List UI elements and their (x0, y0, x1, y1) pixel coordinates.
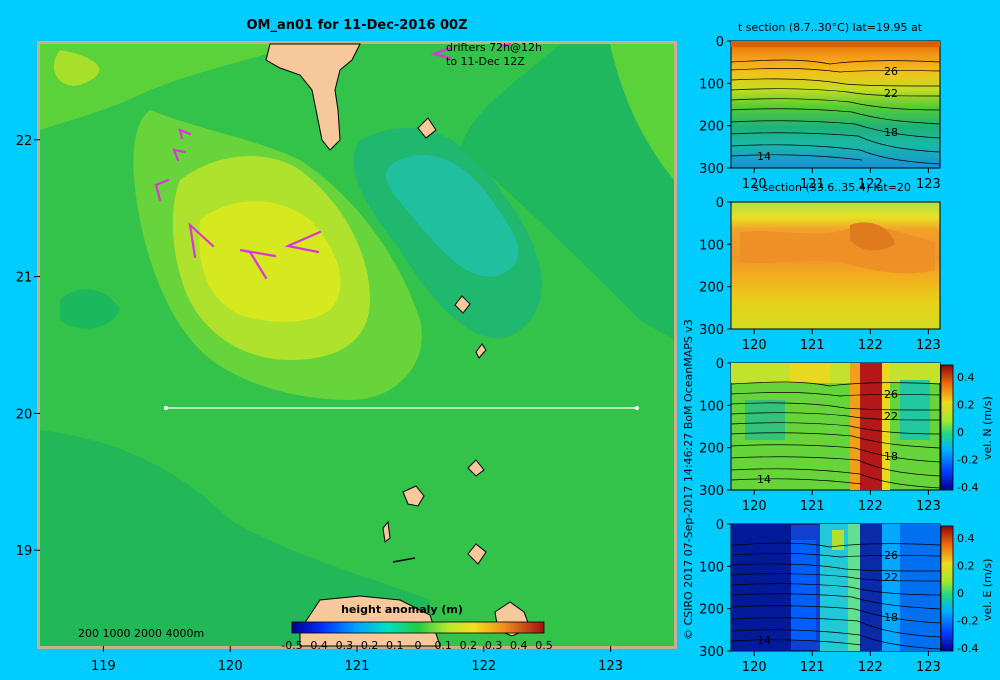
colorbar-tick-label: 0.1 (434, 639, 452, 652)
drifter-note-line2: to 11-Dec 12Z (446, 55, 525, 68)
velocity-tick-label: 0.4 (957, 371, 975, 384)
lon-tick-label: 120 (742, 499, 767, 514)
lon-tick-label: 123 (916, 338, 941, 353)
isotherm-label: 14 (757, 150, 771, 163)
isotherm-label: 22 (884, 87, 898, 100)
depth-tick-label: 200 (699, 603, 724, 618)
lon-tick-label: 120 (742, 660, 767, 675)
depth-tick-label: 0 (716, 35, 724, 50)
colorbar-tick-label: 0.4 (510, 639, 528, 652)
depth-tick-label: 200 (699, 120, 724, 135)
velocity-tick-label: -0.2 (957, 615, 978, 628)
x-tick-label: 121 (345, 659, 370, 674)
colorbar-tick-label: 0.3 (485, 639, 503, 652)
depth-tick-label: 100 (699, 399, 724, 414)
velocity-tick-label: 0.4 (957, 532, 975, 545)
lon-tick-label: 123 (916, 660, 941, 675)
velocity-tick-label: 0 (957, 587, 964, 600)
depth-tick-label: 0 (716, 357, 724, 372)
velocity-tick-label: 0.2 (957, 560, 975, 573)
lon-tick-label: 121 (800, 499, 825, 514)
lon-tick-label: 123 (916, 177, 941, 192)
velocity-tick-label: -0.4 (957, 481, 978, 494)
depth-tick-label: 200 (699, 442, 724, 457)
lon-tick-label: 122 (858, 338, 883, 353)
isotherm-label: 22 (884, 410, 898, 423)
y-tick-label: 22 (16, 134, 33, 149)
depth-tick-label: 100 (699, 77, 724, 92)
isotherm-label: 14 (757, 473, 771, 486)
figure: OM_an01 for 11-Dec-2016 00Z drifters 72h… (16, 18, 994, 675)
isotherm-label: 14 (757, 634, 771, 647)
isotherm-label: 18 (884, 450, 898, 463)
x-tick-label: 123 (598, 659, 623, 674)
colorbar-tick-label: -0.2 (357, 639, 378, 652)
height-anomaly-field (40, 44, 674, 646)
depth-tick-label: 100 (699, 560, 724, 575)
depth-tick-label: 300 (699, 484, 724, 499)
velocity-tick-label: -0.4 (957, 642, 978, 655)
depth-tick-label: 300 (699, 645, 724, 660)
depth-tick-label: 200 (699, 281, 724, 296)
colorbar-tick-label: -0.4 (306, 639, 327, 652)
section-panels: t section (8.7..30°C) lat=19.95 at 26 22… (699, 21, 994, 675)
isotherm-label: 22 (884, 571, 898, 584)
colorbar-tick-label: -0.1 (382, 639, 403, 652)
colorbar-tick-label: -0.5 (281, 639, 302, 652)
colorbar-gradient (291, 621, 545, 634)
map-y-axis: 22 21 20 19 (16, 134, 40, 559)
credit-text: © CSIRO 2017 07-Sep-2017 14:46:27 BoM Oc… (682, 319, 695, 640)
isotherm-label: 18 (884, 126, 898, 139)
y-tick-label: 19 (16, 544, 33, 559)
panel-title: s section (33.6..35.4) lat=20 (753, 181, 911, 194)
x-tick-label: 120 (218, 659, 243, 674)
velocity-colorbar (940, 525, 954, 652)
colorbar-tick-label: 0.5 (535, 639, 553, 652)
drifter-note-line1: drifters 72h@12h (446, 41, 542, 54)
depth-tick-label: 0 (716, 518, 724, 533)
depth-tick-label: 0 (716, 196, 724, 211)
salinity-section: s section (33.6..35.4) lat=20 (730, 181, 941, 330)
velocity-north-section: 26 22 18 14 vel. N (m/s) 0.4 0.2 0 -0.2 -0.4 (730, 362, 994, 494)
velocity-tick-label: 0.2 (957, 399, 975, 412)
lon-tick-label: 121 (800, 177, 825, 192)
lon-tick-label: 122 (858, 177, 883, 192)
lon-tick-label: 120 (742, 338, 767, 353)
map-title: OM_an01 for 11-Dec-2016 00Z (246, 18, 467, 33)
x-tick-label: 122 (471, 659, 496, 674)
colorbar-title: height anomaly (m) (341, 603, 463, 616)
lon-tick-label: 120 (742, 177, 767, 192)
colorbar-label: vel. N (m/s) (981, 396, 994, 460)
lon-tick-label: 121 (800, 660, 825, 675)
colorbar-tick-label: -0.3 (332, 639, 353, 652)
velocity-east-section: 26 22 18 14 vel. E (m/s) 0.4 0.2 0 -0.2 -0.4 (730, 523, 994, 655)
colorbar-label: vel. E (m/s) (981, 558, 994, 621)
depth-tick-label: 300 (699, 323, 724, 338)
temperature-section: t section (8.7..30°C) lat=19.95 at 26 22… (730, 21, 941, 169)
colorbar-tick-label: 0.2 (460, 639, 478, 652)
isotherm-label: 26 (884, 549, 898, 562)
colorbar-tick-label: 0 (415, 639, 422, 652)
velocity-tick-label: -0.2 (957, 454, 978, 467)
isotherm-label: 18 (884, 611, 898, 624)
map-panel: OM_an01 for 11-Dec-2016 00Z drifters 72h… (16, 18, 695, 674)
x-tick-label: 119 (91, 659, 116, 674)
lon-tick-label: 122 (858, 660, 883, 675)
lon-tick-label: 122 (858, 499, 883, 514)
depth-tick-label: 100 (699, 238, 724, 253)
y-tick-label: 20 (16, 407, 33, 422)
isotherm-label: 26 (884, 388, 898, 401)
velocity-colorbar (940, 364, 954, 491)
lon-tick-label: 123 (916, 499, 941, 514)
depth-legend: 200 1000 2000 4000m (78, 627, 204, 640)
depth-tick-label: 300 (699, 162, 724, 177)
panel-title: t section (8.7..30°C) lat=19.95 at (738, 21, 923, 34)
velocity-tick-label: 0 (957, 426, 964, 439)
y-tick-label: 21 (16, 271, 33, 286)
lon-tick-label: 121 (800, 338, 825, 353)
isotherm-label: 26 (884, 65, 898, 78)
